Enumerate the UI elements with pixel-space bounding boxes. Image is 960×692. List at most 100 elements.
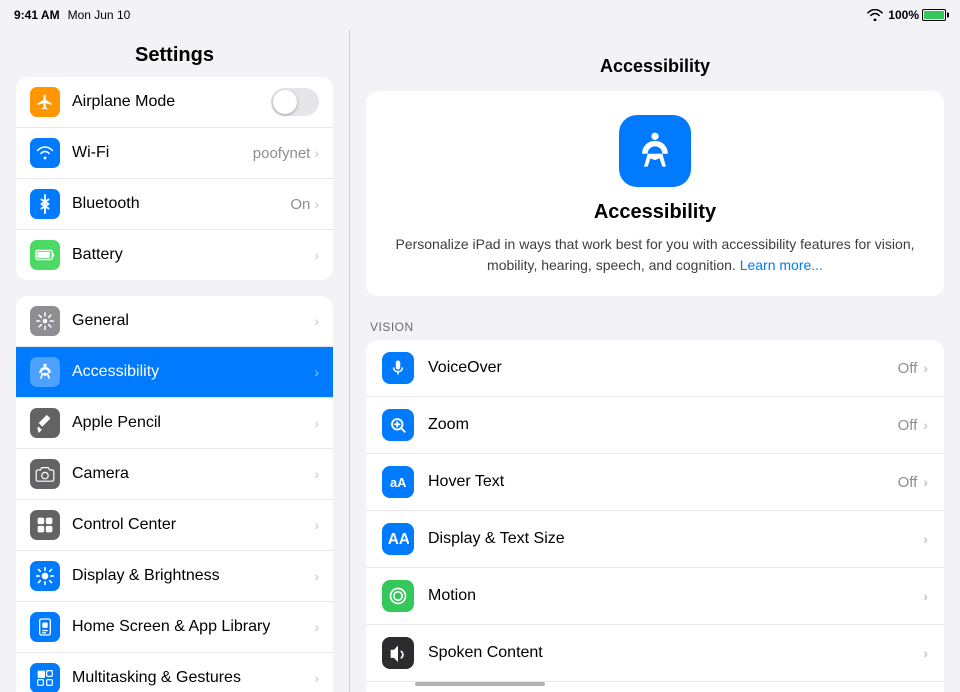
wifi-chevron: › <box>314 145 319 161</box>
vision-settings-group: VoiceOver Off › Zoom Off › <box>366 340 944 692</box>
airplane-mode-label: Airplane Mode <box>72 93 271 111</box>
main-content: Accessibility Accessibility Personalize … <box>350 30 960 692</box>
bluetooth-label: Bluetooth <box>72 195 290 213</box>
sidebar-item-apple-pencil[interactable]: Apple Pencil › <box>16 398 333 449</box>
voiceover-chevron: › <box>923 360 928 376</box>
battery-settings-icon <box>30 240 60 270</box>
motion-icon <box>382 580 414 612</box>
display-text-size-icon: AA <box>382 523 414 555</box>
general-chevron: › <box>314 313 319 329</box>
display-brightness-icon <box>30 561 60 591</box>
display-brightness-label: Display & Brightness <box>72 567 314 585</box>
sidebar-item-airplane-mode[interactable]: Airplane Mode <box>16 77 333 128</box>
display-text-size-label: Display & Text Size <box>428 530 923 548</box>
camera-chevron: › <box>314 466 319 482</box>
camera-label: Camera <box>72 465 314 483</box>
multitasking-icon <box>30 663 60 692</box>
hover-text-chevron: › <box>923 474 928 490</box>
display-text-size-row[interactable]: AA Display & Text Size › <box>366 511 944 568</box>
spoken-content-icon <box>382 637 414 669</box>
motion-row[interactable]: Motion › <box>366 568 944 625</box>
status-bar: 9:41 AM Mon Jun 10 100% <box>0 0 960 30</box>
home-screen-chevron: › <box>314 619 319 635</box>
hover-text-icon: aA <box>382 466 414 498</box>
zoom-value: Off <box>898 417 918 434</box>
sidebar-item-battery[interactable]: Battery › <box>16 230 333 280</box>
zoom-chevron: › <box>923 417 928 433</box>
bluetooth-chevron: › <box>314 196 319 212</box>
apple-pencil-icon <box>30 408 60 438</box>
hover-text-row[interactable]: aA Hover Text Off › <box>366 454 944 511</box>
display-brightness-chevron: › <box>314 568 319 584</box>
wifi-value: poofynet <box>253 145 311 162</box>
vision-section: VISION VoiceOver Off › <box>366 320 944 692</box>
wifi-icon <box>867 9 883 21</box>
home-screen-label: Home Screen & App Library <box>72 618 314 636</box>
sidebar-item-multitasking[interactable]: Multitasking & Gestures › <box>16 653 333 692</box>
status-date: Mon Jun 10 <box>68 8 131 22</box>
ipad-frame: 9:41 AM Mon Jun 10 100% Settings <box>0 0 960 692</box>
svg-text:aA: aA <box>390 475 406 490</box>
voiceover-icon <box>382 352 414 384</box>
accessibility-settings-icon <box>30 357 60 387</box>
camera-icon <box>30 459 60 489</box>
sidebar-group-system: General › Accessibility › Apple Penc <box>16 296 333 692</box>
motion-chevron: › <box>923 588 928 604</box>
display-text-size-chevron: › <box>923 531 928 547</box>
hero-card: Accessibility Personalize iPad in ways t… <box>366 91 944 296</box>
svg-text:AA: AA <box>388 531 409 547</box>
zoom-row[interactable]: Zoom Off › <box>366 397 944 454</box>
sidebar-item-control-center[interactable]: Control Center › <box>16 500 333 551</box>
battery-status: 100% <box>888 8 946 22</box>
multitasking-label: Multitasking & Gestures <box>72 669 314 687</box>
sidebar-item-general[interactable]: General › <box>16 296 333 347</box>
home-screen-icon <box>30 612 60 642</box>
multitasking-chevron: › <box>314 670 319 686</box>
hover-text-value: Off <box>898 474 918 491</box>
status-time: 9:41 AM <box>14 8 60 22</box>
bluetooth-value: On <box>290 196 310 213</box>
home-indicator <box>415 682 545 686</box>
battery-chevron: › <box>314 247 319 263</box>
motion-label: Motion <box>428 587 923 605</box>
battery-settings-label: Battery <box>72 246 314 264</box>
airplane-mode-toggle[interactable] <box>271 88 319 116</box>
voiceover-row[interactable]: VoiceOver Off › <box>366 340 944 397</box>
sidebar-item-accessibility[interactable]: Accessibility › <box>16 347 333 398</box>
hero-title: Accessibility <box>386 201 924 224</box>
spoken-content-label: Spoken Content <box>428 644 923 662</box>
zoom-label: Zoom <box>428 416 898 434</box>
control-center-icon <box>30 510 60 540</box>
control-center-chevron: › <box>314 517 319 533</box>
content-area: Settings Airplane Mode <box>0 30 960 692</box>
general-icon <box>30 306 60 336</box>
voiceover-label: VoiceOver <box>428 359 898 377</box>
learn-more-link[interactable]: Learn more... <box>740 257 823 273</box>
voiceover-value: Off <box>898 360 918 377</box>
main-title: Accessibility <box>366 46 944 91</box>
hover-text-label: Hover Text <box>428 473 898 491</box>
sidebar-group-connectivity: Airplane Mode Wi-Fi poofynet › <box>16 77 333 280</box>
sidebar-item-camera[interactable]: Camera › <box>16 449 333 500</box>
sidebar-title: Settings <box>0 30 349 77</box>
general-label: General <box>72 312 314 330</box>
battery-icon <box>922 9 946 21</box>
hero-description: Personalize iPad in ways that work best … <box>386 234 924 276</box>
apple-pencil-chevron: › <box>314 415 319 431</box>
sidebar[interactable]: Settings Airplane Mode <box>0 30 350 692</box>
vision-section-label: VISION <box>370 320 940 334</box>
status-right: 100% <box>867 8 946 22</box>
hero-accessibility-icon <box>619 115 691 187</box>
sidebar-item-wifi[interactable]: Wi-Fi poofynet › <box>16 128 333 179</box>
apple-pencil-label: Apple Pencil <box>72 414 314 432</box>
spoken-content-row[interactable]: Spoken Content › <box>366 625 944 682</box>
wifi-settings-icon <box>30 138 60 168</box>
sidebar-item-home-screen[interactable]: Home Screen & App Library › <box>16 602 333 653</box>
sidebar-item-bluetooth[interactable]: Bluetooth On › <box>16 179 333 230</box>
accessibility-chevron: › <box>314 364 319 380</box>
bluetooth-icon <box>30 189 60 219</box>
accessibility-settings-label: Accessibility <box>72 363 314 381</box>
sidebar-item-display-brightness[interactable]: Display & Brightness › <box>16 551 333 602</box>
battery-percent: 100% <box>888 8 919 22</box>
control-center-label: Control Center <box>72 516 314 534</box>
